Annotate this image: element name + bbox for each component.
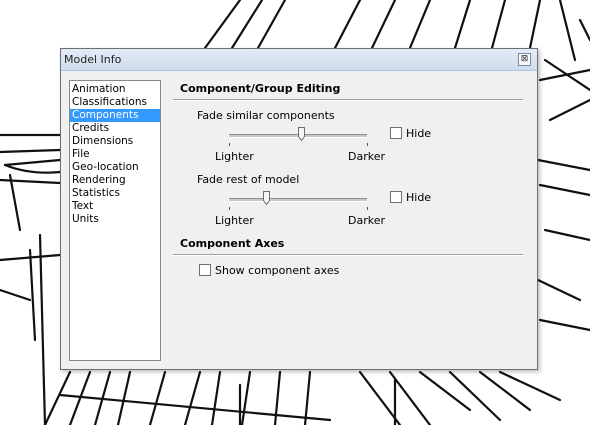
section-separator: [173, 254, 523, 256]
fade-similar-label: Fade similar components: [197, 109, 335, 122]
model-info-dialog: Model Info ⊠ Animation Classifications Com…: [60, 48, 538, 370]
category-item-geo-location[interactable]: Geo-location: [70, 161, 160, 174]
category-item-statistics[interactable]: Statistics: [70, 187, 160, 200]
hide-rest-checkbox[interactable]: [390, 191, 402, 203]
hide-similar-checkbox[interactable]: [390, 127, 402, 139]
close-icon[interactable]: ⊠: [518, 53, 531, 66]
component-axes-heading: Component Axes: [180, 237, 285, 250]
fade-rest-max-label: Darker: [348, 214, 386, 227]
slider-tick: [229, 143, 230, 146]
window-title: Model Info: [64, 53, 122, 66]
category-item-text[interactable]: Text: [70, 200, 160, 213]
fade-rest-slider[interactable]: [229, 191, 367, 205]
category-item-units[interactable]: Units: [70, 213, 160, 226]
fade-rest-min-label: Lighter: [215, 214, 254, 227]
hide-similar-label: Hide: [406, 127, 432, 140]
slider-tick: [367, 207, 368, 210]
show-component-axes-label: Show component axes: [215, 264, 340, 277]
show-component-axes-checkbox[interactable]: [199, 264, 211, 276]
category-item-rendering[interactable]: Rendering: [70, 174, 160, 187]
section-separator: [173, 99, 523, 101]
slider-tick: [229, 207, 230, 210]
fade-similar-min-label: Lighter: [215, 150, 254, 163]
slider-tick: [367, 143, 368, 146]
title-bar[interactable]: Model Info ⊠: [61, 49, 537, 71]
fade-similar-max-label: Darker: [348, 150, 386, 163]
category-item-file[interactable]: File: [70, 148, 160, 161]
fade-rest-label: Fade rest of model: [197, 173, 300, 186]
category-item-dimensions[interactable]: Dimensions: [70, 135, 160, 148]
category-item-animation[interactable]: Animation: [70, 83, 160, 96]
fade-similar-slider[interactable]: [229, 127, 367, 141]
hide-rest-label: Hide: [406, 191, 432, 204]
category-list[interactable]: Animation Classifications Components Credit…: [69, 80, 161, 361]
category-item-components[interactable]: Components: [70, 109, 160, 122]
category-item-credits[interactable]: Credits: [70, 122, 160, 135]
component-group-editing-heading: Component/Group Editing: [180, 82, 341, 95]
category-item-classifications[interactable]: Classifications: [70, 96, 160, 109]
